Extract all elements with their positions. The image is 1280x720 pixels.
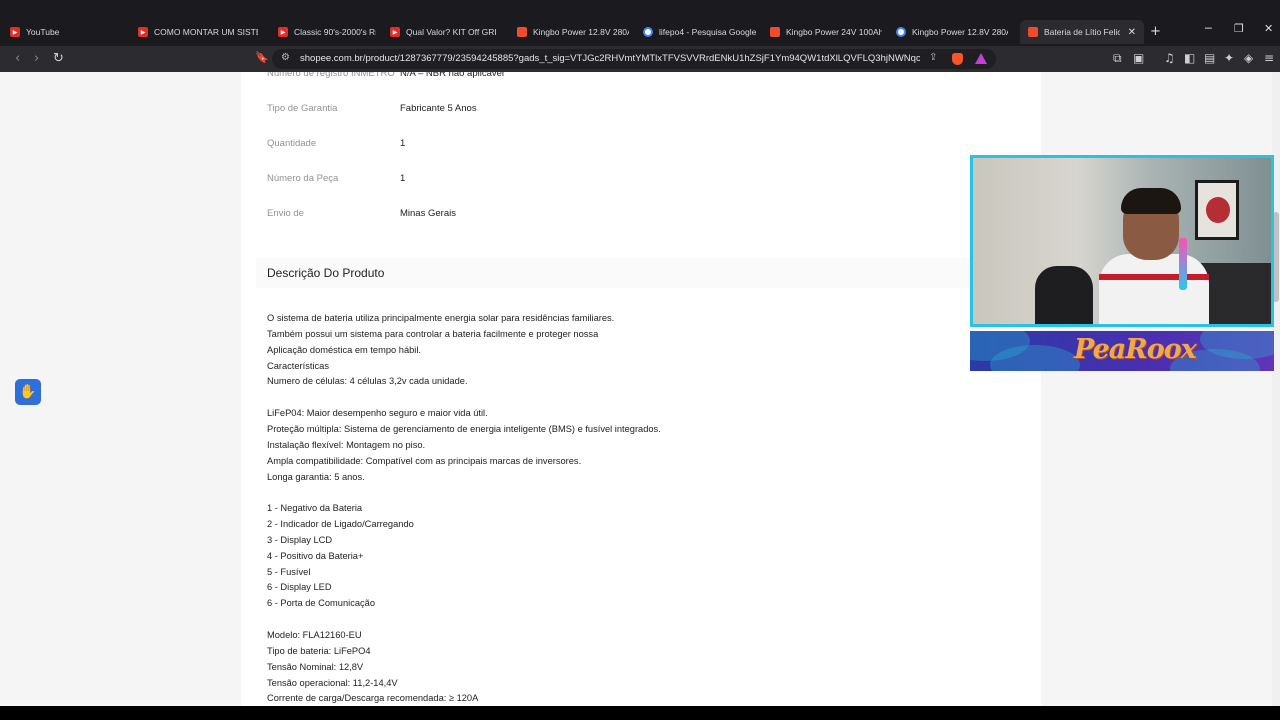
browser-toolbar: ‹ › ↻ 🔖 ⚙ shopee.com.br/product/12873677… [0,46,1280,72]
bottom-bar [0,706,1280,720]
leo-ai-icon[interactable]: ✦ [1224,51,1234,65]
banner-logo-text: PeaRoox [1074,334,1197,365]
description-line: Instalação flexível: Montagem no piso. [267,439,426,450]
tab-title: YouTube [26,27,60,37]
description-heading: Descrição Do Produto [267,266,385,280]
site-info-icon[interactable]: ⚙ [281,52,290,63]
streamer-banner: PeaRoox [970,331,1274,371]
wallet-icon[interactable]: ▤ [1204,51,1215,65]
description-line: Tensão operacional: 11,2-14,4V [267,677,398,688]
browser-tab[interactable]: ▶ Qual Valor? KIT Off GRI [390,20,502,44]
description-line: Também possui um sistema para controlar … [267,328,599,339]
rgb-bottle [1179,238,1187,290]
wall-picture [1195,180,1239,240]
sidebar-icon[interactable]: ◧ [1184,51,1195,65]
description-line: 5 - Fusível [267,566,311,577]
description-line: Ampla compatibilidade: Compatível com as… [267,455,582,466]
chair [1035,266,1093,324]
description-line: Proteção múltipla: Sistema de gerenciame… [267,423,661,434]
back-icon[interactable]: ‹ [15,51,20,66]
description-line: Tensão Nominal: 12,8V [267,661,364,672]
share-icon[interactable]: ⇪ [929,52,937,63]
browser-tab-strip: ▶ YouTube ▶ COMO MONTAR UM SISTE ▶ Classic 90… [0,0,1280,46]
browser-tab[interactable]: Kingbo Power 12.8V 280A [517,20,629,44]
browser-tab[interactable]: Bateria de Lítio Felicit ✕ [1020,20,1144,44]
reload-icon[interactable]: ↻ [53,51,64,66]
music-icon[interactable]: ♫ [1164,51,1175,65]
spec-label: Quantidade [267,138,317,149]
browser-tab[interactable]: ▶ COMO MONTAR UM SISTE [138,20,258,44]
tab-title: Qual Valor? KIT Off GRI [406,27,497,37]
address-bar[interactable]: ⚙ shopee.com.br/product/1287367779/23594… [272,49,996,69]
vpn-icon[interactable]: ◈ [1244,51,1253,65]
description-line: Tipo de bateria: LiFePO4 [267,645,371,656]
restore-icon[interactable]: ❐ [1234,22,1244,35]
browser-tab[interactable]: ▶ YouTube [10,20,120,44]
tab-title: Kingbo Power 12.8V 280A [533,27,629,37]
spec-value: Fabricante 5 Anos [400,103,477,114]
close-window-icon[interactable]: ✕ [1264,22,1273,35]
description-line: Modelo: FLA12160-EU [267,630,362,640]
spec-value: N/A – NBR não aplicável [400,72,505,79]
forward-icon[interactable]: › [34,51,39,66]
close-tab-icon[interactable]: ✕ [1128,27,1136,38]
description-line: LiFeP04: Maior desempenho seguro e maior… [267,408,488,419]
tab-title: Bateria de Lítio Felicit [1044,27,1120,37]
shopee-icon [517,27,527,37]
description-line: Numero de células: 4 células 3,2v cada u… [267,376,468,387]
youtube-icon: ▶ [10,27,20,37]
youtube-icon: ▶ [390,27,400,37]
new-tab-icon[interactable]: + [1150,24,1161,39]
description-line: 1 - Negativo da Bateria [267,503,363,514]
spec-label: Tipo de Garantia [267,103,338,114]
shopee-icon [1028,27,1038,37]
spec-label: Envio de [267,208,304,219]
streamer-shirt [1099,254,1209,324]
browser-tab[interactable]: Kingbo Power 12.8V 280A [896,20,1008,44]
brave-shields-icon[interactable] [952,53,963,65]
spec-value: Minas Gerais [400,208,456,219]
tab-title: Kingbo Power 24V 100Ah [786,27,882,37]
webcam-overlay [970,155,1274,327]
description-line: 6 - Porta de Comunicação [267,598,376,609]
minimize-icon[interactable]: ─ [1205,22,1212,35]
address-bar-url[interactable]: shopee.com.br/product/1287367779/2359424… [300,53,920,64]
sidebar-media-icon[interactable]: ▣ [1133,51,1144,65]
description-line: 3 - Display LCD [267,534,333,545]
description-line: O sistema de bateria utiliza principalme… [267,313,615,323]
youtube-icon: ▶ [138,27,148,37]
brave-rewards-icon[interactable] [975,53,987,64]
tab-title: Classic 90's-2000's Rnl [294,27,376,37]
bookmark-icon[interactable]: 🔖 [255,51,269,64]
menu-icon[interactable]: ≡ [1264,51,1274,65]
tab-title: lifepo4 - Pesquisa Google [659,27,757,37]
description-line: 6 - Display LED [267,582,332,593]
spec-label: Número de registro INMETRO [267,72,395,79]
spec-value: 1 [400,138,406,149]
browser-tab[interactable]: Kingbo Power 24V 100Ah [770,20,882,44]
description-line: Características [267,360,329,371]
google-icon [643,27,653,37]
youtube-icon: ▶ [278,27,288,37]
browser-tab[interactable]: lifepo4 - Pesquisa Google [643,20,758,44]
shopee-icon [770,27,780,37]
spec-value: 1 [400,173,406,184]
description-line: Corrente de carga/Descarga recomendada: … [267,693,479,704]
product-details-panel: Número de registro INMETRO N/A – NBR não … [241,72,1041,706]
accessibility-hand-icon[interactable]: ✋ [15,379,41,405]
browser-tab[interactable]: ▶ Classic 90's-2000's Rnl [278,20,376,44]
description-line: Aplicação doméstica em tempo hábil. [267,344,421,355]
description-line: 2 - Indicador de Ligado/Carregando [267,519,414,530]
google-icon [896,27,906,37]
description-line: Longa garantia: 5 anos. [267,471,365,482]
tab-title: Kingbo Power 12.8V 280A [912,27,1008,37]
spec-label: Número da Peça [267,173,339,184]
description-line: 4 - Positivo da Bateria+ [267,550,364,561]
description-header: Descrição Do Produto [256,258,1026,288]
extensions-icon[interactable]: ⧉ [1113,51,1122,66]
tab-title: COMO MONTAR UM SISTE [154,27,258,37]
